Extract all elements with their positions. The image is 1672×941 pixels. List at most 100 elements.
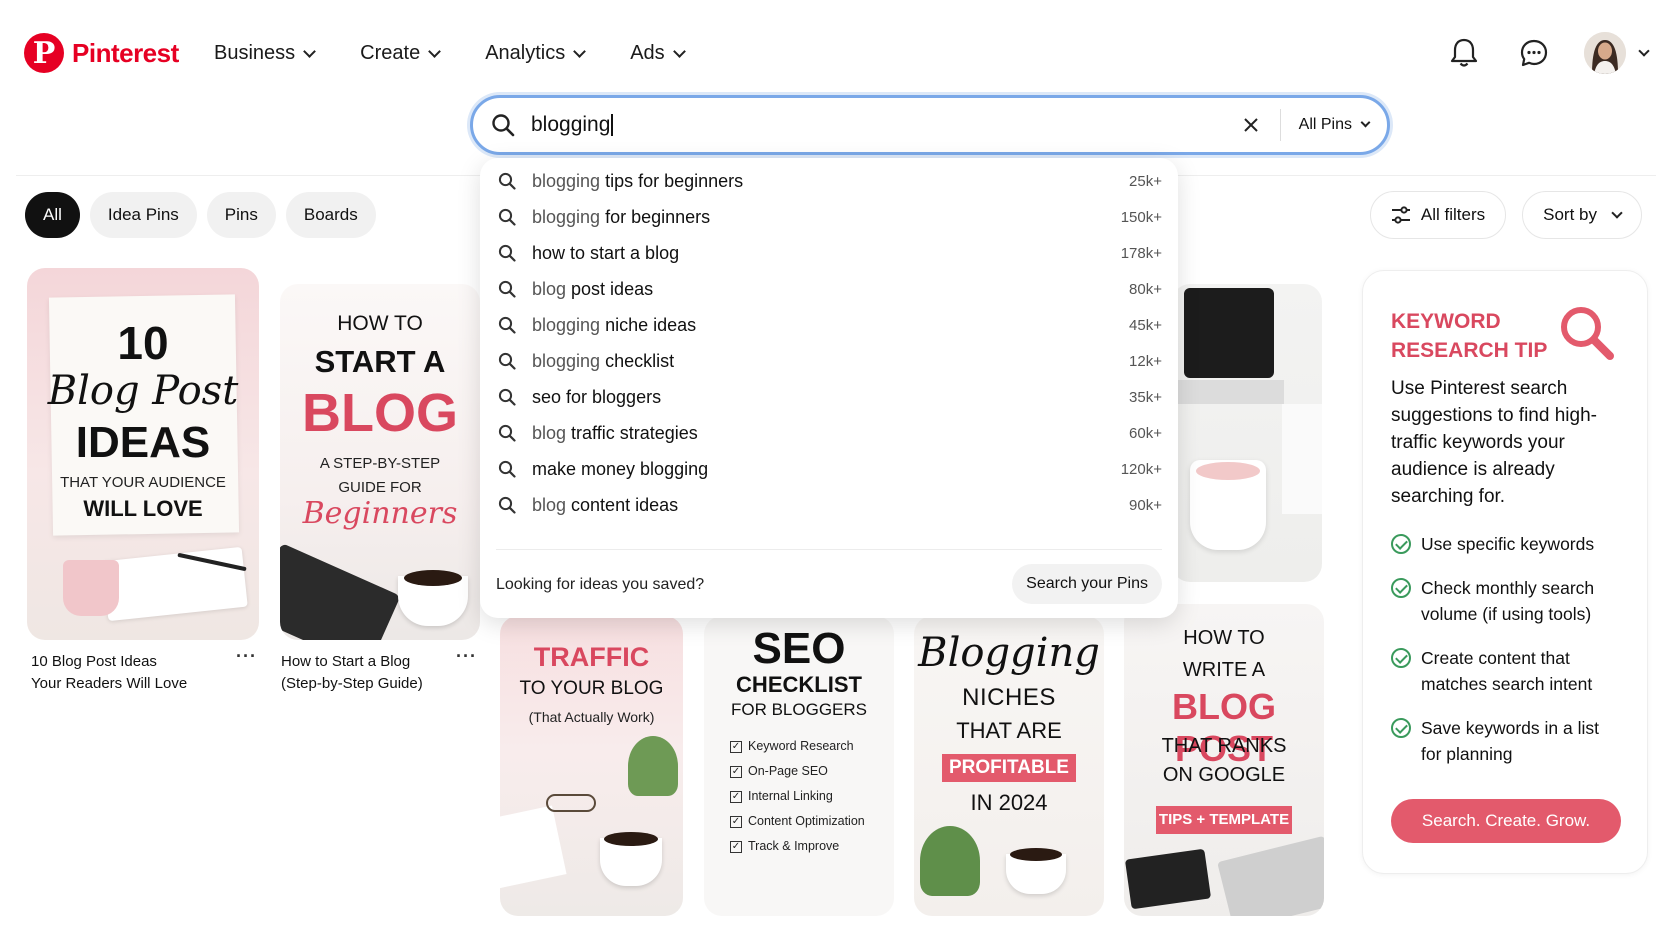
suggestion-item[interactable]: blogging tips for beginners 25k+ [496, 162, 1162, 200]
pin-text: FOR BLOGGERS [730, 700, 868, 719]
suggestion-query: blogging [532, 206, 601, 227]
plant-image [920, 826, 980, 896]
pin-text: HOW TO [337, 312, 423, 335]
nav-analytics[interactable]: Analytics [485, 42, 587, 65]
suggestion-completion: seo for bloggers [532, 386, 662, 407]
search-icon [496, 424, 518, 442]
pin-caption: How to Start a Blog (Step-by-Step Guide) [281, 651, 423, 695]
chevron-down-icon [428, 44, 442, 58]
suggestion-item[interactable]: blog content ideas 90k+ [496, 486, 1162, 524]
dropdown-divider [496, 549, 1162, 550]
check-circle-icon [1391, 578, 1411, 598]
suggestion-completion: traffic strategies [566, 422, 698, 443]
search-input[interactable]: blogging [531, 113, 1236, 137]
search-create-grow-button[interactable]: Search. Create. Grow. [1391, 799, 1621, 843]
suggestion-completion: post ideas [566, 278, 654, 299]
checkbox-icon: ✓ [730, 790, 742, 803]
nav-ads[interactable]: Ads [630, 42, 686, 65]
chevron-down-icon[interactable] [1638, 44, 1650, 57]
chip-boards[interactable]: Boards [285, 192, 376, 238]
chip-idea-pins[interactable]: Idea Pins [89, 192, 197, 238]
message-icon[interactable] [1514, 33, 1554, 73]
chip-pins[interactable]: Pins [206, 192, 276, 238]
pin-text: START A [314, 344, 446, 379]
sort-by-select[interactable]: Sort by [1522, 191, 1642, 239]
more-options-icon[interactable]: ··· [236, 646, 257, 667]
pin-text: Blog Post [47, 368, 239, 414]
pin-text-line: ON GOOGLE [1162, 764, 1286, 786]
nav-create-label: Create [360, 42, 421, 64]
account-menu[interactable] [1584, 32, 1650, 74]
avatar[interactable] [1584, 32, 1626, 74]
coffee-image [604, 832, 658, 846]
check-circle-icon [1391, 718, 1411, 738]
search-icon [496, 352, 518, 370]
pin-highlight-text: PROFITABLE [942, 754, 1076, 782]
suggestion-count: 90k+ [1129, 496, 1162, 514]
suggestion-query: blog [532, 278, 567, 299]
sliders-icon [1391, 206, 1410, 224]
checkbox-icon: ✓ [730, 765, 742, 778]
pin-write-blog-post[interactable]: HOW TO WRITE A BLOG POST THAT RANKS ON GOO… [1124, 604, 1324, 916]
suggestion-query: blogging [532, 170, 601, 191]
pin-text-line: WRITE A [1182, 659, 1266, 681]
tip-list-item: Create content that matches search inten… [1391, 645, 1621, 697]
notebook-image [1124, 848, 1212, 910]
pin-seo-checklist[interactable]: SEO CHECKLIST FOR BLOGGERS ✓ Keyword Rese… [704, 616, 894, 916]
pin-desk-photo[interactable] [1172, 284, 1322, 582]
mug-image [63, 560, 119, 616]
chevron-down-icon [303, 44, 317, 58]
search-icon [496, 244, 518, 262]
keyword-tip-card: KEYWORD RESEARCH TIP Use Pinterest searc… [1362, 270, 1648, 874]
chip-all[interactable]: All [25, 192, 80, 238]
suggestion-count: 120k+ [1120, 460, 1162, 478]
sort-by-label: Sort by [1543, 205, 1597, 224]
suggestion-item[interactable]: blog traffic strategies 60k+ [496, 414, 1162, 452]
suggestion-completion: for beginners [600, 206, 711, 227]
check-circle-icon [1391, 648, 1411, 668]
suggestion-item[interactable]: make money blogging 120k+ [496, 450, 1162, 488]
tip-body: Use Pinterest search suggestions to find… [1391, 378, 1597, 507]
suggestion-item[interactable]: blogging niche ideas 45k+ [496, 306, 1162, 344]
suggestion-text: make money blogging [532, 459, 1121, 480]
checklist-text: Keyword Research [748, 739, 854, 753]
pin-text-line: A STEP-BY-STEP [319, 455, 441, 472]
bell-icon[interactable] [1444, 33, 1484, 73]
suggestion-text: blogging niche ideas [532, 315, 1129, 336]
all-filters-button[interactable]: All filters [1369, 191, 1507, 239]
pinterest-logo[interactable]: P Pinterest [24, 33, 179, 73]
search-scope-select[interactable]: All Pins [1298, 116, 1371, 134]
suggestion-text: blog post ideas [532, 279, 1129, 300]
checklist-item: ✓ Content Optimization [730, 809, 865, 834]
pin-start-a-blog[interactable]: HOW TO START A BLOG A STEP-BY-STEP GUIDE … [280, 284, 480, 640]
more-options-icon[interactable]: ··· [456, 646, 477, 667]
laptop-image [1184, 288, 1274, 378]
nav-business[interactable]: Business [214, 42, 317, 65]
suggestion-completion: niche ideas [600, 314, 697, 335]
tip-list-item: Use specific keywords [1391, 531, 1621, 557]
search-icon [496, 460, 518, 478]
tip-item-text: Save keywords in a list for planning [1421, 718, 1599, 764]
pin-blogging-niches[interactable]: Blogging NICHES THAT ARE PROFITABLE IN 2… [914, 616, 1104, 916]
glasses-image [546, 794, 596, 812]
search-divider [1279, 109, 1281, 141]
nav-create[interactable]: Create [360, 42, 442, 65]
pin-blog-post-ideas[interactable]: 10 Blog Post IDEAS THAT YOUR AUDIENCE WI… [27, 268, 259, 640]
search-bar[interactable]: blogging All Pins [470, 95, 1390, 155]
suggestion-item[interactable]: blog post ideas 80k+ [496, 270, 1162, 308]
suggestion-query: blogging [532, 350, 601, 371]
suggestion-item[interactable]: blogging checklist 12k+ [496, 342, 1162, 380]
chevron-down-icon [1360, 117, 1371, 128]
search-your-pins-button[interactable]: Search your Pins [1012, 564, 1162, 604]
suggestion-item[interactable]: how to start a blog 178k+ [496, 234, 1162, 272]
plant-image [628, 736, 678, 796]
checklist-item: ✓ On-Page SEO [730, 759, 865, 784]
suggestion-item[interactable]: seo for bloggers 35k+ [496, 378, 1162, 416]
suggestion-completion: content ideas [566, 494, 679, 515]
pin-blog-traffic[interactable]: TRAFFIC TO YOUR BLOG (That Actually Work… [500, 616, 683, 916]
suggestion-item[interactable]: blogging for beginners 150k+ [496, 198, 1162, 236]
suggestion-query: blog [532, 422, 567, 443]
search-suggestions-dropdown: blogging tips for beginners 25k+ bloggin… [480, 158, 1178, 618]
clear-search-icon[interactable] [1236, 110, 1266, 140]
search-scope-label: All Pins [1298, 116, 1352, 133]
